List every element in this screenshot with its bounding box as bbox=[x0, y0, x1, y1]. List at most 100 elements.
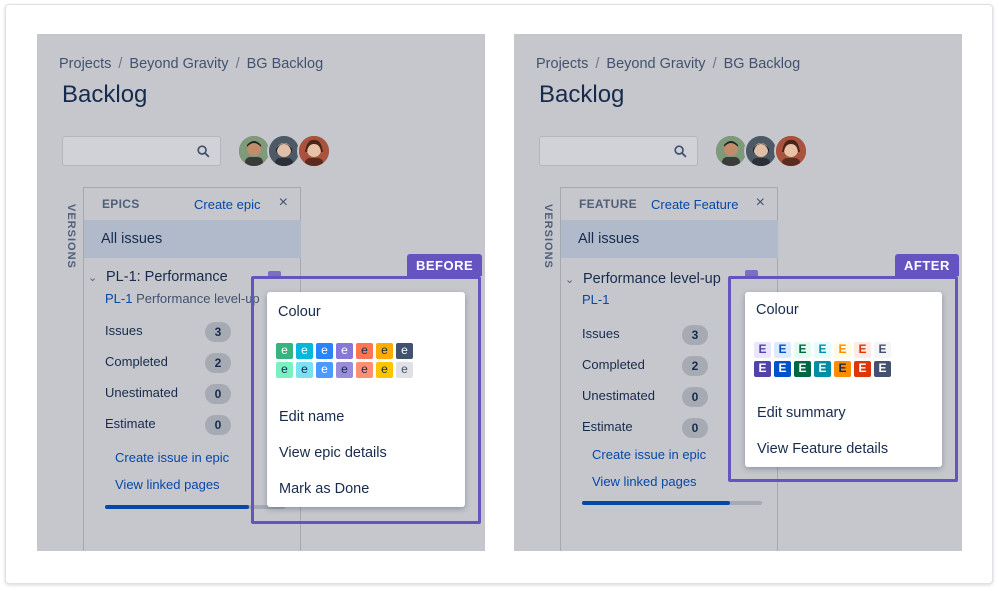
swatch-row: eeeeeee bbox=[276, 362, 413, 378]
view-linked-pages-link[interactable]: View linked pages bbox=[592, 474, 697, 489]
edit-summary-item[interactable]: Edit summary bbox=[757, 405, 846, 421]
stat-completed: Completed 2 bbox=[105, 353, 231, 374]
colour-swatch[interactable]: E bbox=[754, 342, 771, 358]
before-panel: Projects / Beyond Gravity / BG Backlog Backl… bbox=[37, 34, 485, 551]
view-linked-pages-link[interactable]: View linked pages bbox=[115, 477, 220, 492]
after-tag: AFTER bbox=[895, 254, 959, 276]
colour-swatch[interactable]: E bbox=[854, 361, 871, 377]
feature-colour-menu: Colour EEEEEEEEEEEEEE Edit summary View … bbox=[745, 292, 942, 467]
breadcrumb: Projects / Beyond Gravity / BG Backlog bbox=[536, 56, 801, 72]
search-icon bbox=[197, 145, 210, 158]
colour-swatch[interactable]: e bbox=[356, 343, 373, 359]
feature-key-link[interactable]: PL-1 bbox=[582, 292, 609, 307]
colour-swatch[interactable]: e bbox=[316, 362, 333, 378]
create-feature-link[interactable]: Create Feature bbox=[651, 197, 738, 212]
count-badge: 2 bbox=[682, 356, 708, 376]
colour-swatch[interactable]: e bbox=[356, 362, 373, 378]
colour-swatch[interactable]: e bbox=[316, 343, 333, 359]
after-panel: Projects / Beyond Gravity / BG Backlog Backl… bbox=[514, 34, 962, 551]
colour-swatch[interactable]: e bbox=[376, 343, 393, 359]
stat-unestimated: Unestimated 0 bbox=[105, 384, 231, 405]
count-badge: 0 bbox=[682, 387, 708, 407]
create-issue-in-epic-link[interactable]: Create issue in epic bbox=[592, 447, 706, 462]
all-issues-item[interactable]: All issues bbox=[84, 220, 301, 258]
colour-swatches: EEEEEEEEEEEEEE bbox=[754, 342, 891, 380]
epic-key[interactable]: PL-1 Performance level-up bbox=[105, 291, 260, 306]
swatch-row: EEEEEEE bbox=[754, 342, 891, 358]
colour-swatch[interactable]: e bbox=[276, 343, 293, 359]
view-epic-details-item[interactable]: View epic details bbox=[279, 445, 387, 461]
versions-label[interactable]: VERSIONS bbox=[65, 204, 77, 269]
count-badge: 2 bbox=[205, 353, 231, 373]
colour-swatch[interactable]: E bbox=[854, 342, 871, 358]
feature-name[interactable]: ⌄ Performance level-up bbox=[565, 271, 721, 287]
page-title: Backlog bbox=[539, 81, 625, 108]
section-header: EPICS bbox=[102, 197, 140, 211]
colour-swatch[interactable]: e bbox=[396, 362, 413, 378]
breadcrumb-project[interactable]: Beyond Gravity bbox=[129, 56, 228, 72]
stat-issues: Issues 3 bbox=[582, 325, 708, 346]
colour-swatch[interactable]: E bbox=[834, 342, 851, 358]
all-issues-item[interactable]: All issues bbox=[561, 220, 778, 258]
before-tag: BEFORE bbox=[407, 254, 483, 276]
epic-name[interactable]: ⌄ PL-1: Performance bbox=[88, 269, 228, 285]
progress-fill bbox=[105, 505, 249, 509]
section-header: FEATURE bbox=[579, 197, 637, 211]
avatar[interactable] bbox=[744, 134, 778, 168]
colour-swatch[interactable]: E bbox=[834, 361, 851, 377]
chevron-down-icon[interactable]: ⌄ bbox=[565, 273, 579, 286]
colour-swatch[interactable]: E bbox=[814, 342, 831, 358]
breadcrumb-project[interactable]: Beyond Gravity bbox=[606, 56, 705, 72]
colour-swatch[interactable]: E bbox=[874, 342, 891, 358]
avatar[interactable] bbox=[237, 134, 271, 168]
breadcrumb-projects[interactable]: Projects bbox=[536, 56, 588, 72]
epic-colour-menu: Colour eeeeeeeeeeeeee Edit name View epi… bbox=[267, 292, 465, 507]
breadcrumb-projects[interactable]: Projects bbox=[59, 56, 111, 72]
menu-title-colour: Colour bbox=[278, 304, 321, 320]
colour-swatch[interactable]: e bbox=[296, 343, 313, 359]
colour-swatch[interactable]: E bbox=[774, 342, 791, 358]
stat-unestimated: Unestimated 0 bbox=[582, 387, 708, 408]
avatar[interactable] bbox=[267, 134, 301, 168]
create-issue-in-epic-link[interactable]: Create issue in epic bbox=[115, 450, 229, 465]
avatar[interactable] bbox=[714, 134, 748, 168]
colour-swatch[interactable]: e bbox=[276, 362, 293, 378]
breadcrumb-board[interactable]: BG Backlog bbox=[724, 56, 801, 72]
colour-swatch[interactable]: e bbox=[296, 362, 313, 378]
colour-swatch[interactable]: E bbox=[774, 361, 791, 377]
edit-name-item[interactable]: Edit name bbox=[279, 409, 344, 425]
view-feature-details-item[interactable]: View Feature details bbox=[757, 441, 888, 457]
colour-swatch[interactable]: E bbox=[794, 361, 811, 377]
colour-swatch[interactable]: E bbox=[814, 361, 831, 377]
colour-swatch[interactable]: E bbox=[874, 361, 891, 377]
create-epic-link[interactable]: Create epic bbox=[194, 197, 260, 212]
chevron-down-icon[interactable]: ⌄ bbox=[88, 271, 102, 284]
search-icon bbox=[674, 145, 687, 158]
search-input[interactable] bbox=[62, 136, 221, 166]
versions-label[interactable]: VERSIONS bbox=[542, 204, 554, 269]
breadcrumb-board[interactable]: BG Backlog bbox=[247, 56, 324, 72]
colour-swatch[interactable]: e bbox=[396, 343, 413, 359]
count-badge: 3 bbox=[682, 325, 708, 345]
avatar[interactable] bbox=[297, 134, 331, 168]
colour-swatch[interactable]: E bbox=[794, 342, 811, 358]
mark-as-done-item[interactable]: Mark as Done bbox=[279, 481, 369, 497]
stat-completed: Completed 2 bbox=[582, 356, 708, 377]
search-input[interactable] bbox=[539, 136, 698, 166]
count-badge: 0 bbox=[205, 415, 231, 435]
stat-estimate: Estimate 0 bbox=[582, 418, 708, 439]
colour-swatch[interactable]: e bbox=[336, 343, 353, 359]
epic-key-link[interactable]: PL-1 bbox=[105, 291, 132, 306]
close-icon[interactable]: × bbox=[279, 194, 288, 212]
count-badge: 0 bbox=[682, 418, 708, 438]
stat-issues: Issues 3 bbox=[105, 322, 231, 343]
avatar[interactable] bbox=[774, 134, 808, 168]
colour-swatch[interactable]: e bbox=[336, 362, 353, 378]
feature-key[interactable]: PL-1 bbox=[582, 292, 609, 307]
progress-fill bbox=[582, 501, 730, 505]
close-icon[interactable]: × bbox=[756, 194, 765, 212]
swatch-row: EEEEEEE bbox=[754, 361, 891, 377]
colour-swatch[interactable]: e bbox=[376, 362, 393, 378]
colour-swatch[interactable]: E bbox=[754, 361, 771, 377]
stat-estimate: Estimate 0 bbox=[105, 415, 231, 436]
